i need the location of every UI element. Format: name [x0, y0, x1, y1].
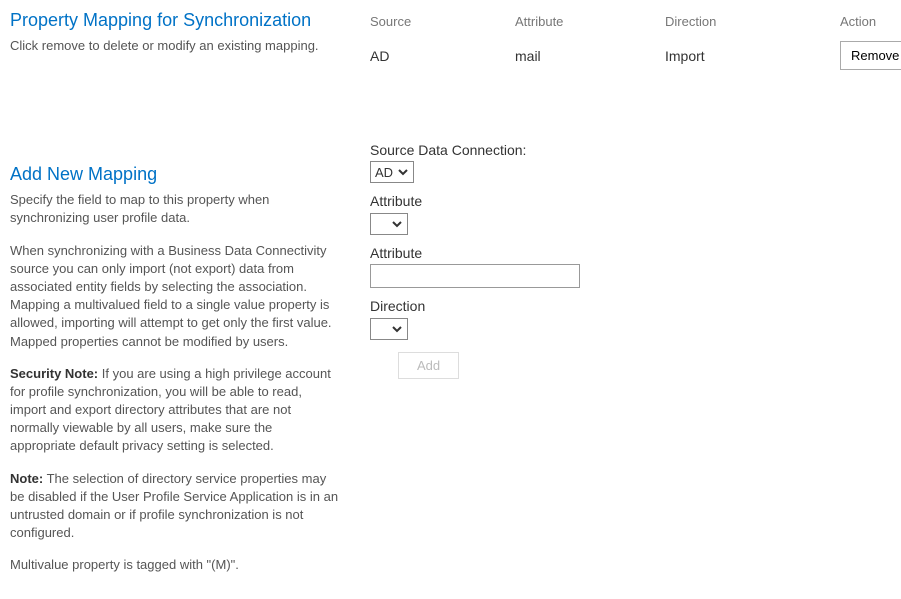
mapping-table-header: Source Attribute Direction Action	[370, 10, 901, 39]
note: Note: The selection of directory service…	[10, 470, 340, 543]
chevron-down-icon	[389, 323, 405, 335]
right-column: Source Attribute Direction Action AD mai…	[370, 10, 901, 589]
attribute-text-input[interactable]	[370, 264, 580, 288]
remove-button[interactable]: Remove	[840, 41, 901, 70]
note-text: The selection of directory service prope…	[10, 471, 338, 541]
header-action: Action	[840, 14, 901, 29]
add-mapping-form: Source Data Connection: AD Attribute Att…	[370, 142, 901, 379]
chevron-down-icon	[389, 218, 405, 230]
note-label: Note:	[10, 471, 43, 486]
direction-label: Direction	[370, 298, 901, 314]
attribute-select[interactable]	[370, 213, 408, 235]
header-direction: Direction	[665, 14, 840, 29]
attribute-text-label: Attribute	[370, 245, 901, 261]
section-title-add: Add New Mapping	[10, 164, 340, 185]
header-source: Source	[370, 14, 515, 29]
source-connection-label: Source Data Connection:	[370, 142, 901, 158]
chevron-down-icon	[395, 166, 411, 178]
source-connection-value: AD	[375, 165, 393, 180]
left-column: Property Mapping for Synchronization Cli…	[10, 10, 340, 589]
cell-attribute: mail	[515, 48, 665, 64]
mapping-table-row: AD mail Import Remove	[370, 39, 901, 72]
header-attribute: Attribute	[515, 14, 665, 29]
add-button[interactable]: Add	[398, 352, 459, 379]
security-note: Security Note: If you are using a high p…	[10, 365, 340, 456]
source-connection-select[interactable]: AD	[370, 161, 414, 183]
cell-direction: Import	[665, 48, 840, 64]
add-desc-2: When synchronizing with a Business Data …	[10, 242, 340, 351]
section-desc-mapping: Click remove to delete or modify an exis…	[10, 37, 340, 55]
security-note-label: Security Note:	[10, 366, 98, 381]
attribute-select-label: Attribute	[370, 193, 901, 209]
section-title-mapping: Property Mapping for Synchronization	[10, 10, 340, 31]
multivalue-note: Multivalue property is tagged with "(M)"…	[10, 556, 340, 574]
direction-select[interactable]	[370, 318, 408, 340]
cell-source: AD	[370, 48, 515, 64]
add-desc-1: Specify the field to map to this propert…	[10, 191, 340, 227]
page-container: Property Mapping for Synchronization Cli…	[10, 10, 891, 589]
